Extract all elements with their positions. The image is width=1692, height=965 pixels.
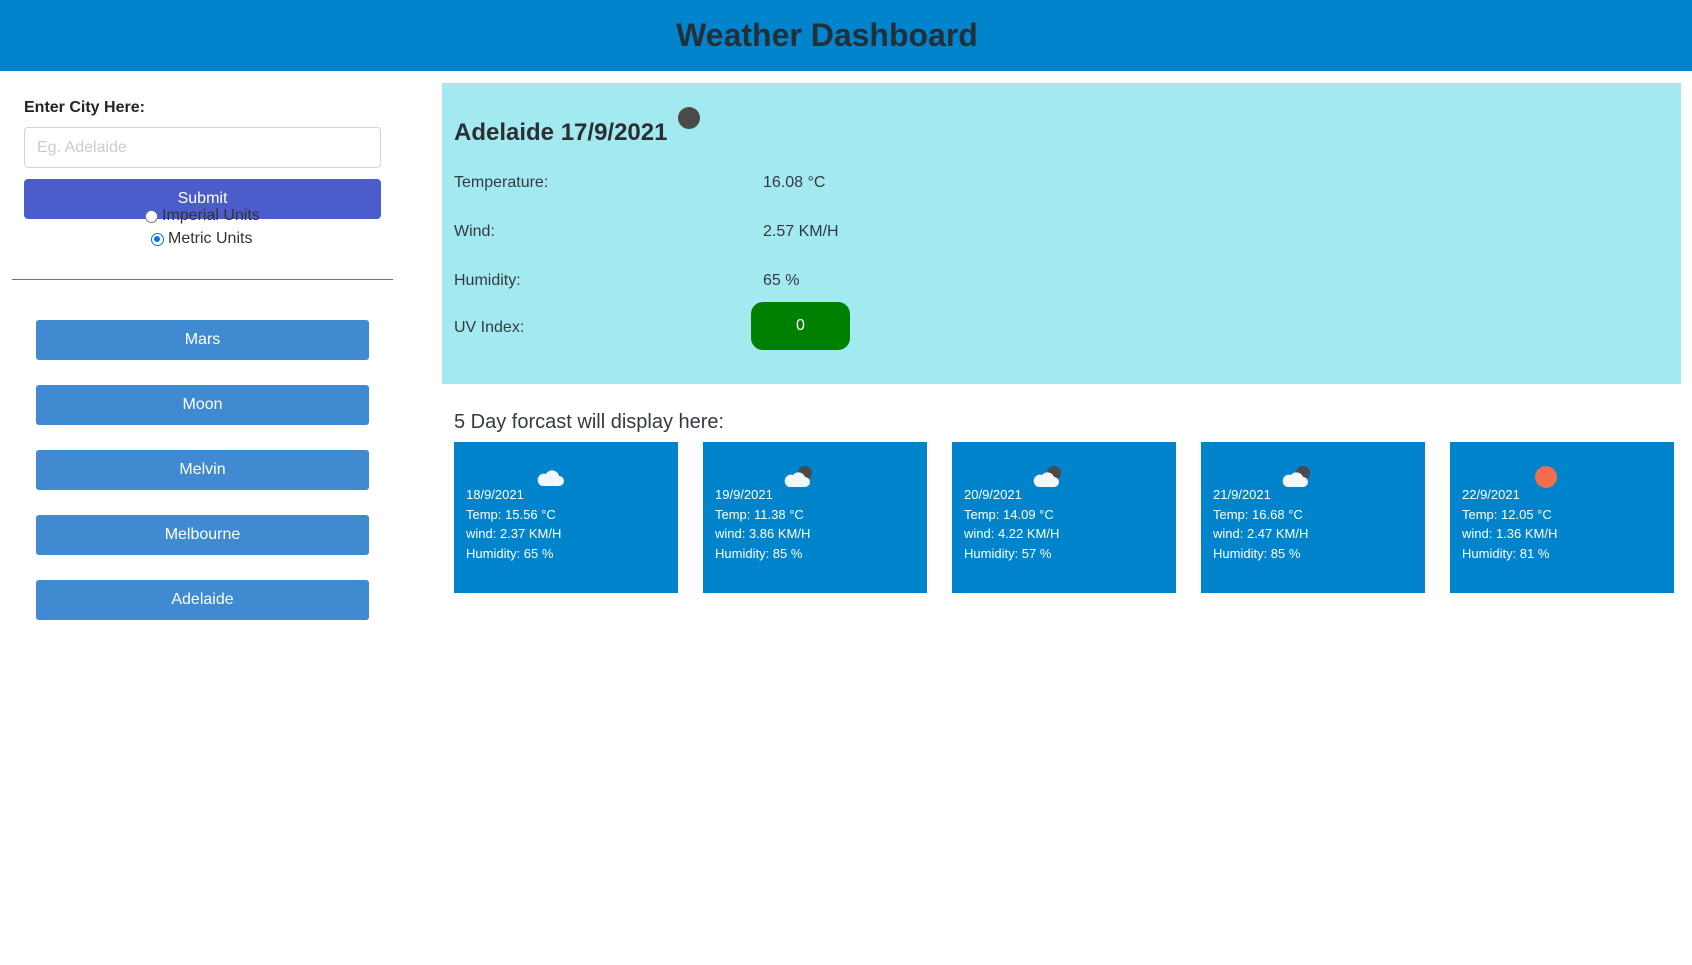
forecast-temp: Temp: 12.05 °C	[1462, 507, 1552, 522]
forecast-date: 22/9/2021	[1462, 487, 1520, 502]
page-title: Weather Dashboard	[676, 17, 978, 53]
history-button-melvin[interactable]: Melvin	[36, 450, 369, 490]
forecast-date: 21/9/2021	[1213, 487, 1271, 502]
city-search-input[interactable]	[24, 127, 381, 168]
forecast-humidity: Humidity: 81 %	[1462, 546, 1550, 561]
forecast-temp: Temp: 14.09 °C	[964, 507, 1054, 522]
history-button-moon[interactable]: Moon	[36, 385, 369, 425]
uv-index-label: UV Index:	[454, 319, 525, 336]
current-city-title: Adelaide 17/9/2021	[454, 119, 668, 146]
forecast-humidity: Humidity: 85 %	[715, 546, 803, 561]
forecast-humidity: Humidity: 85 %	[1213, 546, 1301, 561]
metric-units-radio[interactable]	[151, 232, 164, 246]
forecast-card: 20/9/2021 Temp: 14.09 °C wind: 4.22 KM/H…	[952, 442, 1176, 593]
forecast-temp: Temp: 11.38 °C	[715, 507, 804, 522]
metric-units-label: Metric Units	[168, 230, 253, 247]
history-button-melbourne[interactable]: Melbourne	[36, 515, 369, 555]
forecast-humidity: Humidity: 65 %	[466, 546, 554, 561]
forecast-wind: wind: 2.47 KM/H	[1213, 526, 1309, 541]
forecast-date: 20/9/2021	[964, 487, 1022, 502]
forecast-card: 18/9/2021 Temp: 15.56 °C wind: 2.37 KM/H…	[454, 442, 678, 593]
forecast-date: 18/9/2021	[466, 487, 524, 502]
forecast-wind: wind: 1.36 KM/H	[1462, 526, 1558, 541]
metric-units-option[interactable]: Metric Units	[151, 230, 252, 248]
forecast-card: 21/9/2021 Temp: 16.68 °C wind: 2.47 KM/H…	[1201, 442, 1425, 593]
forecast-humidity: Humidity: 57 %	[964, 546, 1052, 561]
forecast-card: 19/9/2021 Temp: 11.38 °C wind: 3.86 KM/H…	[703, 442, 927, 593]
sidebar-divider	[12, 279, 393, 280]
imperial-units-label: Imperial Units	[162, 207, 260, 224]
temperature-value: 16.08 °C	[763, 174, 826, 191]
forecast-wind: wind: 2.37 KM/H	[466, 526, 562, 541]
forecast-temp: Temp: 16.68 °C	[1213, 507, 1303, 522]
history-button-adelaide[interactable]: Adelaide	[36, 580, 369, 620]
forecast-date: 19/9/2021	[715, 487, 773, 502]
imperial-units-option[interactable]: Imperial Units	[145, 207, 260, 225]
city-input-label: Enter City Here:	[24, 99, 145, 116]
forecast-wind: wind: 3.86 KM/H	[715, 526, 811, 541]
wind-label: Wind:	[454, 223, 495, 240]
temperature-label: Temperature:	[454, 174, 549, 191]
current-weather-panel: Adelaide 17/9/2021 Temperature: 16.08 °C…	[442, 83, 1681, 384]
wind-value: 2.57 KM/H	[763, 223, 839, 240]
app-header: Weather Dashboard	[0, 0, 1692, 71]
forecast-temp: Temp: 15.56 °C	[466, 507, 556, 522]
cloud-icon	[537, 470, 564, 486]
humidity-label: Humidity:	[454, 272, 521, 289]
uv-index-badge: 0	[751, 302, 850, 350]
forecast-wind: wind: 4.22 KM/H	[964, 526, 1060, 541]
cloud-night-icon	[784, 466, 812, 487]
cloud-night-icon	[1033, 466, 1061, 487]
sun-icon	[1535, 466, 1557, 488]
humidity-value: 65 %	[763, 272, 800, 289]
imperial-units-radio[interactable]	[145, 209, 158, 223]
history-button-mars[interactable]: Mars	[36, 320, 369, 360]
forecast-card: 22/9/2021 Temp: 12.05 °C wind: 1.36 KM/H…	[1450, 442, 1674, 593]
night-clear-icon	[678, 107, 700, 129]
forecast-title: 5 Day forcast will display here:	[454, 411, 725, 433]
cloud-night-icon	[1282, 466, 1310, 487]
